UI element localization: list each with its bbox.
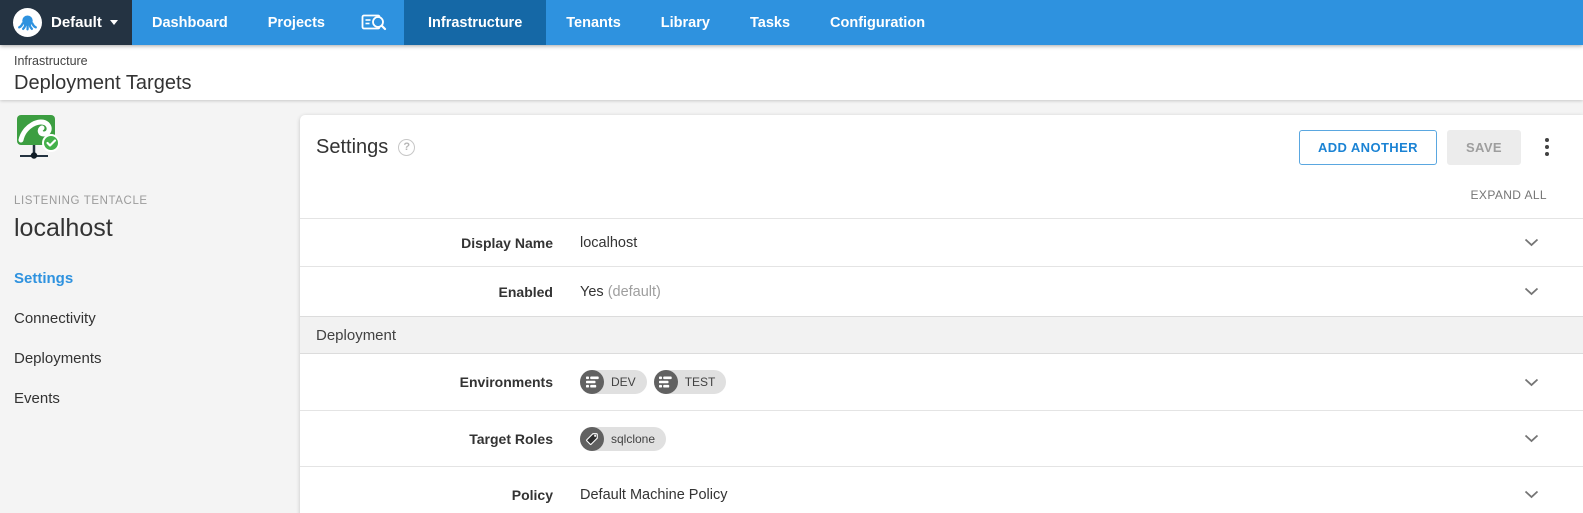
nav-item-tenants[interactable]: Tenants — [546, 0, 641, 45]
nav-item-infrastructure[interactable]: Infrastructure — [403, 0, 547, 45]
space-switcher[interactable]: Default — [0, 0, 132, 45]
nav-item-dashboard[interactable]: Dashboard — [132, 0, 248, 45]
environment-icon — [653, 370, 678, 394]
environment-chip-test[interactable]: TEST — [653, 370, 727, 394]
search-button[interactable] — [345, 0, 404, 45]
sidebar-item-connectivity[interactable]: Connectivity — [14, 310, 286, 327]
row-value: Default Machine Policy — [580, 486, 728, 503]
chip-label: DEV — [611, 375, 636, 389]
section-title: Settings — [316, 135, 389, 158]
target-role-chips: sqlclone — [580, 426, 667, 451]
row-label: Display Name — [461, 234, 553, 251]
enabled-value: Yes — [580, 283, 604, 300]
row-value: localhost — [580, 234, 638, 251]
environment-icon — [580, 370, 604, 394]
nav-items: Dashboard Projects Infrastructure Tenant… — [132, 0, 945, 45]
row-display-name[interactable]: Display Name localhost — [300, 218, 1583, 266]
chevron-down-icon[interactable] — [1524, 490, 1539, 499]
add-another-button[interactable]: ADD ANOTHER — [1298, 129, 1437, 165]
expand-all-button[interactable]: EXPAND ALL — [1471, 188, 1547, 202]
sidebar-item-events[interactable]: Events — [14, 390, 286, 407]
help-icon[interactable]: ? — [398, 138, 416, 156]
row-value: Yes (default) — [580, 284, 661, 300]
chevron-down-icon[interactable] — [1524, 238, 1539, 247]
sidebar: LISTENING TENTACLE localhost Settings Co… — [0, 100, 300, 513]
page-header: Infrastructure Deployment Targets — [0, 45, 1583, 100]
breadcrumb[interactable]: Infrastructure — [14, 54, 88, 68]
chevron-down-icon[interactable] — [1524, 434, 1539, 443]
page-title: Deployment Targets — [14, 72, 192, 94]
section-deployment: Deployment — [300, 316, 1583, 354]
row-policy[interactable]: Policy Default Machine Policy — [300, 466, 1583, 513]
machine-type-label: LISTENING TENTACLE — [14, 195, 148, 207]
enabled-default-suffix: (default) — [607, 283, 661, 300]
target-role-chip-sqlclone[interactable]: sqlclone — [580, 426, 667, 451]
machine-name: localhost — [14, 214, 113, 242]
card-toolbar: Settings ? ADD ANOTHER SAVE — [300, 115, 1583, 179]
environment-chip-dev[interactable]: DEV — [580, 370, 647, 394]
sidebar-item-deployments[interactable]: Deployments — [14, 350, 286, 367]
chevron-down-icon[interactable] — [1524, 287, 1539, 296]
overflow-menu-icon[interactable] — [1540, 133, 1554, 161]
row-enabled[interactable]: Enabled Yes (default) — [300, 266, 1583, 316]
octopus-logo-icon — [13, 8, 42, 37]
row-label: Policy — [511, 486, 553, 503]
nav-item-library[interactable]: Library — [641, 0, 730, 45]
nav-item-configuration[interactable]: Configuration — [810, 0, 945, 45]
expand-all-row: EXPAND ALL — [300, 179, 1583, 218]
row-label: Enabled — [498, 283, 553, 300]
chevron-down-icon[interactable] — [1524, 378, 1539, 387]
tentacle-healthy-icon — [14, 114, 60, 169]
row-target-roles[interactable]: Target Roles sqlclone — [300, 410, 1583, 466]
row-label: Environments — [459, 374, 553, 390]
top-nav: Default Dashboard Projects Infrastructur… — [0, 0, 1583, 45]
row-environments[interactable]: Environments DEV TEST — [300, 354, 1583, 410]
chip-label: TEST — [684, 375, 716, 389]
section-label: Deployment — [316, 326, 397, 344]
caret-down-icon — [109, 20, 118, 25]
space-name: Default — [51, 14, 102, 31]
find-page-search-icon — [361, 12, 388, 34]
sidebar-nav: Settings Connectivity Deployments Events — [14, 270, 286, 407]
environment-chips: DEV TEST — [580, 370, 727, 394]
row-label: Target Roles — [469, 430, 553, 447]
sidebar-item-settings[interactable]: Settings — [14, 270, 286, 287]
chip-label: sqlclone — [611, 431, 656, 446]
settings-card: Settings ? ADD ANOTHER SAVE EXPAND ALL D… — [300, 115, 1583, 513]
nav-item-projects[interactable]: Projects — [248, 0, 345, 45]
save-button[interactable]: SAVE — [1446, 129, 1521, 165]
nav-item-tasks[interactable]: Tasks — [730, 0, 810, 45]
tag-icon — [580, 426, 604, 451]
